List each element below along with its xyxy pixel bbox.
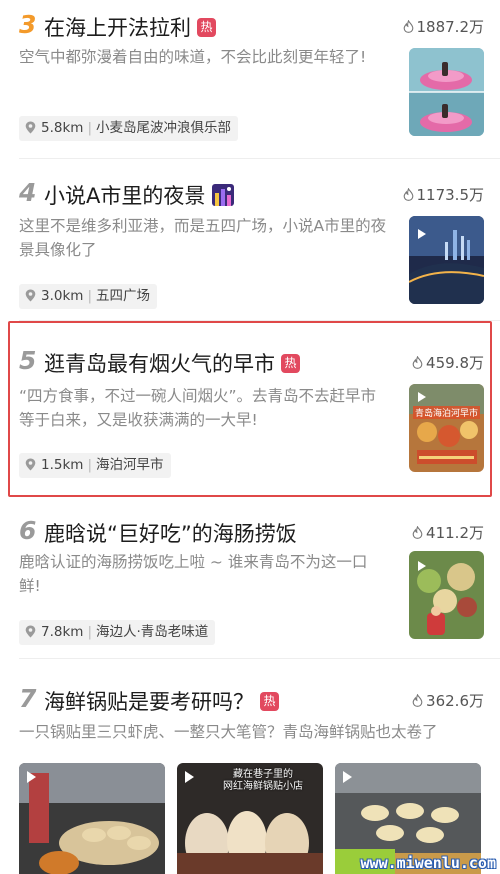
divider [19, 158, 500, 159]
place-name: 海边人·青岛老味道 [96, 624, 209, 640]
play-icon [185, 771, 194, 783]
play-icon [27, 771, 36, 783]
heat-value: 362.6万 [426, 692, 484, 710]
list-item[interactable]: 4 小说A市里的夜景 1173.5万 这里不是维多利亚港，而是五四广场，小说A市… [0, 160, 500, 321]
item-title-text: 小说A市里的夜景 [44, 184, 206, 208]
item-title-text: 鹿晗说“巨好吃”的海肠捞饭 [44, 522, 297, 546]
item-thumbnail[interactable] [409, 48, 484, 136]
hot-badge: 热 [260, 691, 279, 711]
distance: 5.8km [41, 120, 84, 136]
flame-icon [403, 188, 414, 201]
heat-count: 1173.5万 [403, 184, 485, 205]
play-icon [418, 561, 426, 571]
heat-value: 1173.5万 [416, 186, 485, 204]
location-pin-icon [25, 625, 36, 638]
location-pin-icon [25, 121, 36, 134]
heat-value: 411.2万 [426, 524, 484, 542]
heat-count: 1887.2万 [403, 16, 485, 37]
gallery-image[interactable] [19, 763, 165, 874]
image-gallery: 藏在巷子里的 网红海鲜锅贴小店 www.miwenlu.com [0, 763, 500, 874]
separator: | [87, 624, 93, 640]
location-tag[interactable]: 3.0km | 五四广场 [19, 284, 158, 309]
distance: 3.0km [41, 288, 84, 304]
rank-number: 6 [19, 516, 37, 545]
item-title[interactable]: 小说A市里的夜景 [44, 180, 235, 210]
item-thumbnail[interactable] [409, 551, 484, 639]
item-title[interactable]: 鹿晗说“巨好吃”的海肠捞饭 [44, 518, 297, 548]
location-tag[interactable]: 5.8km | 小麦岛尾波冲浪俱乐部 [19, 116, 239, 141]
list-item[interactable]: 3 在海上开法拉利热 1887.2万 空气中都弥漫着自由的味道，不会比此刻更年轻… [0, 0, 500, 160]
item-title-text: 海鲜锅贴是要考研吗？ [44, 690, 254, 714]
gallery-photo [19, 763, 165, 874]
item-title[interactable]: 在海上开法拉利热 [44, 12, 216, 42]
item-description: 鹿晗认证的海肠捞饭吃上啦 ~ 谁来青岛不为这一口鲜! [19, 553, 368, 595]
item-description: 一只锅贴里三只虾虎、一整只大笔管？青岛海鲜锅贴也太卷了 [19, 723, 438, 741]
heat-count: 411.2万 [412, 522, 484, 543]
heat-count: 362.6万 [412, 690, 484, 711]
item-title[interactable]: 海鲜锅贴是要考研吗？ 热 [44, 686, 279, 716]
hot-badge: 热 [197, 17, 216, 37]
rank-number: 3 [19, 10, 37, 39]
night-city-emoji-icon [212, 184, 235, 206]
flame-icon [412, 526, 423, 539]
divider [19, 658, 500, 659]
separator: | [87, 120, 93, 136]
thumbnail-image [409, 48, 484, 136]
play-icon [343, 771, 352, 783]
watermark: www.miwenlu.com [360, 854, 496, 872]
item-description: 空气中都弥漫着自由的味道，不会比此刻更年轻了! [19, 48, 367, 66]
location-tag[interactable]: 7.8km | 海边人·青岛老味道 [19, 620, 216, 645]
rank-number: 7 [19, 684, 37, 713]
flame-icon [412, 694, 423, 707]
place-name: 五四广场 [96, 288, 151, 304]
place-name: 小麦岛尾波冲浪俱乐部 [96, 120, 232, 136]
location-pin-icon [25, 289, 36, 302]
list-item[interactable]: 6 鹿晗说“巨好吃”的海肠捞饭 411.2万 鹿晗认证的海肠捞饭吃上啦 ~ 谁来… [0, 498, 500, 659]
heat-value: 1887.2万 [416, 18, 485, 36]
highlight-frame [8, 321, 492, 497]
flame-icon [403, 20, 414, 33]
item-title-text: 在海上开法拉利 [44, 16, 191, 40]
item-thumbnail[interactable] [409, 216, 484, 304]
gallery-image[interactable]: 藏在巷子里的 网红海鲜锅贴小店 [177, 763, 323, 874]
distance: 7.8km [41, 624, 84, 640]
separator: | [87, 288, 93, 304]
rank-number: 4 [19, 178, 37, 207]
play-icon [418, 229, 426, 239]
item-description: 这里不是维多利亚港，而是五四广场，小说A市里的夜景具像化了 [19, 217, 387, 259]
gallery-caption: 藏在巷子里的 网红海鲜锅贴小店 [223, 769, 303, 792]
